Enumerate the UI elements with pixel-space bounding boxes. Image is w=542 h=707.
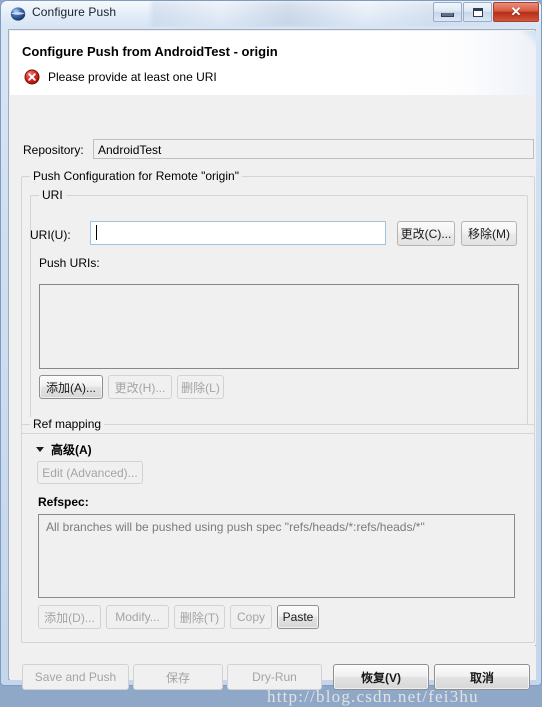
push-uris-label: Push URIs: xyxy=(39,256,100,270)
refspec-textarea[interactable]: All branches will be pushed using push s… xyxy=(38,514,515,598)
minimize-icon xyxy=(434,3,461,21)
push-uri-delete-button: 删除(L) xyxy=(177,375,224,399)
window-title: Configure Push xyxy=(32,5,117,19)
uri-input[interactable] xyxy=(90,221,386,245)
minimize-button[interactable] xyxy=(433,2,462,22)
error-circle-icon xyxy=(24,69,40,85)
refspec-delete-button: 删除(T) xyxy=(174,605,225,629)
watermark-text: http://blog.csdn.net/fei3hu xyxy=(267,687,479,706)
edit-advanced-button: Edit (Advanced)... xyxy=(37,461,143,484)
refspec-add-button: 添加(D)... xyxy=(38,605,101,629)
uri-change-button[interactable]: 更改(C)... xyxy=(397,221,455,246)
repository-value: AndroidTest xyxy=(93,139,534,159)
close-icon: ✕ xyxy=(510,4,522,19)
refspec-modify-button: Modify... xyxy=(106,605,169,629)
eclipse-globe-icon xyxy=(10,7,26,21)
error-message-text: Please provide at least one URI xyxy=(48,70,217,84)
dry-run-button: Dry-Run xyxy=(227,664,322,690)
refspec-paste-button[interactable]: Paste xyxy=(277,605,319,629)
push-configuration-group-title: Push Configuration for Remote "origin" xyxy=(30,169,242,183)
advanced-toggle-label: 高级(A) xyxy=(51,443,92,457)
advanced-disclosure-toggle[interactable]: 高级(A) xyxy=(36,441,92,458)
page-title: Configure Push from AndroidTest - origin xyxy=(22,44,278,59)
uri-label: URI(U): xyxy=(30,228,71,242)
uri-remove-button[interactable]: 移除(M) xyxy=(461,221,517,246)
refspec-label: Refspec: xyxy=(38,495,89,509)
push-uris-list[interactable] xyxy=(39,284,519,369)
repository-label: Repository: xyxy=(23,143,84,157)
header-decoration xyxy=(426,31,536,95)
close-button[interactable]: ✕ xyxy=(493,2,539,22)
title-bar[interactable]: Configure Push ✕ xyxy=(1,1,541,27)
cancel-button[interactable]: 取消 xyxy=(434,664,530,690)
push-uri-change-button: 更改(H)... xyxy=(108,375,172,399)
refspec-copy-button: Copy xyxy=(230,605,272,629)
validation-message: Please provide at least one URI xyxy=(24,69,217,85)
dialog-header: Configure Push from AndroidTest - origin… xyxy=(10,31,536,96)
maximize-button[interactable] xyxy=(463,2,492,22)
dialog-window: Configure Push ✕ Configure Push from And… xyxy=(0,0,542,706)
save-and-push-button: Save and Push xyxy=(22,664,129,690)
restore-button[interactable]: 恢复(V) xyxy=(333,664,429,690)
dialog-client-area: Configure Push from AndroidTest - origin… xyxy=(8,29,536,706)
text-caret xyxy=(96,225,97,240)
chevron-down-icon xyxy=(36,447,44,452)
maximize-icon xyxy=(464,3,491,21)
push-uri-add-button[interactable]: 添加(A)... xyxy=(39,375,103,399)
ref-mapping-group-title: Ref mapping xyxy=(30,417,105,431)
uri-group-title: URI xyxy=(39,188,66,202)
save-button: 保存 xyxy=(133,664,223,690)
window-controls: ✕ xyxy=(432,2,539,22)
